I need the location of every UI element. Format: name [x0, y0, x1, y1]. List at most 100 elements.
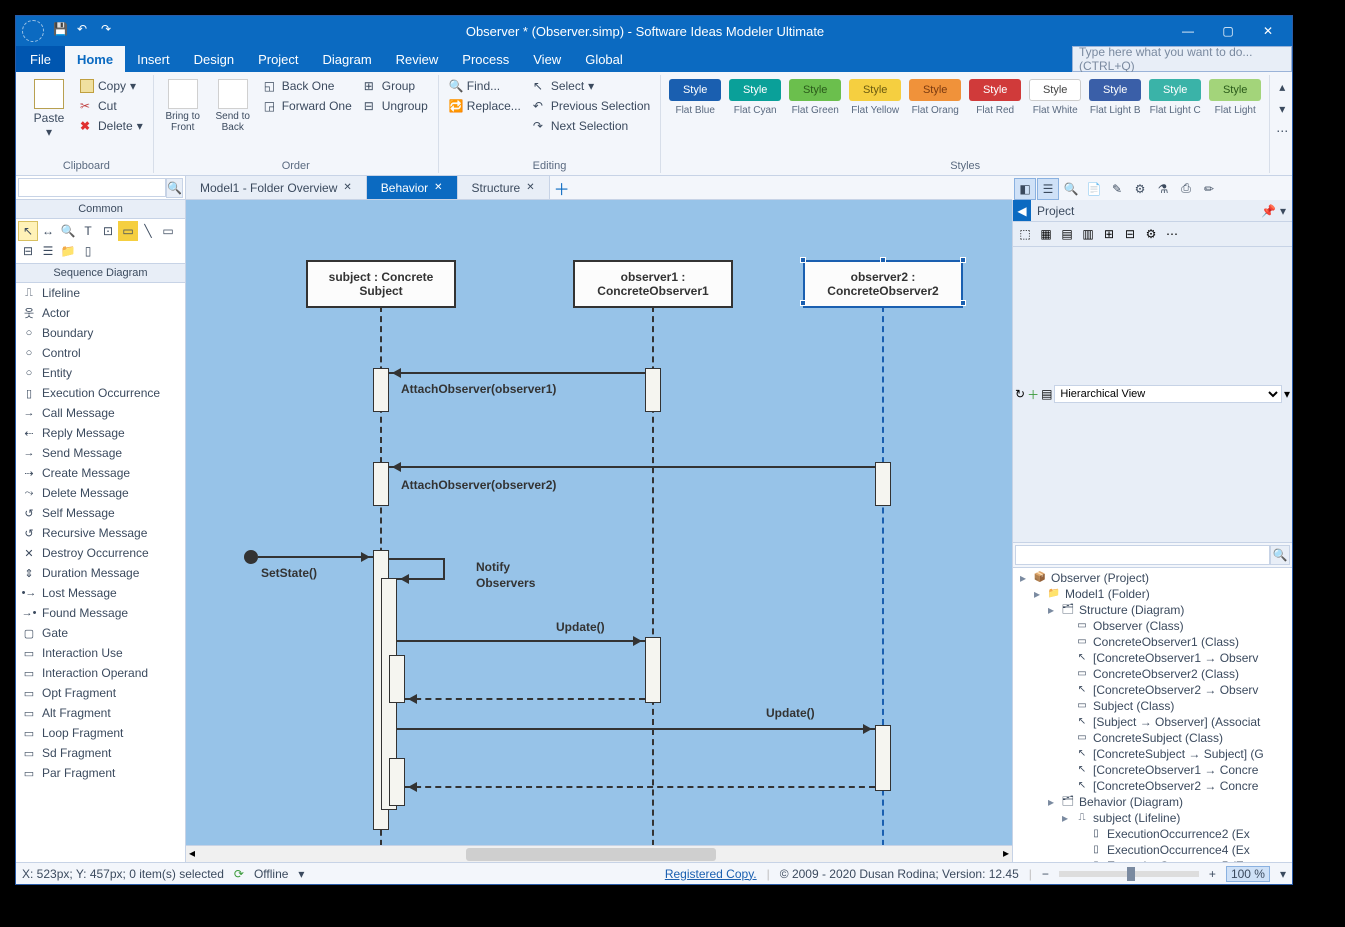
redo-icon[interactable]: ↷ [101, 22, 119, 40]
toolbox-item[interactable]: ⇕Duration Message [16, 563, 185, 583]
tree-node[interactable]: ↖[ConcreteSubject → Subject] (G [1013, 746, 1292, 762]
tree-node[interactable]: ▸📦Observer (Project) [1013, 570, 1292, 586]
rect-tool[interactable]: ▭ [158, 221, 178, 241]
style-swatch[interactable]: StyleFlat Cyan [727, 77, 783, 116]
dock-tool-1-icon[interactable]: ◧ [1014, 178, 1036, 200]
style-swatch[interactable]: StyleFlat Green [787, 77, 843, 116]
pointer-tool[interactable]: ↖ [18, 221, 38, 241]
zoom-tool[interactable]: 🔍 [58, 221, 78, 241]
message-arrow[interactable] [397, 728, 875, 730]
toolbox-item[interactable]: ▯Execution Occurrence [16, 383, 185, 403]
style-swatch[interactable]: StyleFlat Light B [1087, 77, 1143, 116]
tab-close-icon[interactable]: ✕ [343, 182, 351, 193]
style-swatch[interactable]: StyleFlat Yellow [847, 77, 903, 116]
hand-tool[interactable]: ↔ [38, 221, 58, 241]
view-icon[interactable]: ▤ [1041, 387, 1052, 401]
tab-close-icon[interactable]: ✕ [526, 182, 534, 193]
zoom-in-button[interactable]: + [1209, 867, 1216, 881]
toolbox-item[interactable]: →•Found Message [16, 603, 185, 623]
tree-twisty-icon[interactable]: ▸ [1017, 571, 1029, 585]
selection-handle[interactable] [880, 257, 886, 263]
tree-node[interactable]: ↖[ConcreteObserver2 → Observ [1013, 682, 1292, 698]
project-search-input[interactable] [1015, 545, 1270, 565]
style-swatch[interactable]: StyleFlat Red [967, 77, 1023, 116]
message-arrow[interactable] [397, 640, 645, 642]
zoom-knob[interactable] [1127, 867, 1135, 881]
list-tool[interactable]: ☰ [38, 241, 58, 261]
tree-node[interactable]: ▸🗂Structure (Diagram) [1013, 602, 1292, 618]
message-arrow[interactable] [389, 372, 645, 374]
message-arrow[interactable] [258, 556, 373, 558]
proj-tool-icon[interactable]: ▦ [1036, 224, 1056, 244]
toolbox-item[interactable]: →Send Message [16, 443, 185, 463]
box-tool[interactable]: ▯ [78, 241, 98, 261]
panel-pin-icon[interactable]: 📌 [1261, 204, 1276, 218]
maximize-button[interactable]: ▢ [1208, 17, 1248, 45]
document-tab[interactable]: Behavior✕ [367, 176, 458, 199]
tree-node[interactable]: ↖[ConcreteObserver1 → Concre [1013, 762, 1292, 778]
registered-copy-link[interactable]: Registered Copy. [665, 867, 757, 881]
toolbox-item[interactable]: ↺Recursive Message [16, 523, 185, 543]
tree-node[interactable]: ▭ConcreteObserver2 (Class) [1013, 666, 1292, 682]
dock-tool-5-icon[interactable]: ✎ [1106, 178, 1128, 200]
forward-one-button[interactable]: ◲Forward One [260, 97, 356, 115]
toolbox-item[interactable]: ↺Self Message [16, 503, 185, 523]
refresh-icon[interactable]: ↻ [1015, 387, 1025, 401]
tree-node[interactable]: ▸⎍subject (Lifeline) [1013, 810, 1292, 826]
toolbox-item[interactable]: ▭Interaction Use [16, 643, 185, 663]
dock-tool-3-icon[interactable]: 🔍 [1060, 178, 1082, 200]
style-swatch[interactable]: StyleFlat White [1027, 77, 1083, 116]
toolbox-item[interactable]: ▭Sd Fragment [16, 743, 185, 763]
close-button[interactable]: ✕ [1248, 17, 1288, 45]
lifeline-observer2[interactable]: observer2 : ConcreteObserver2 [803, 260, 963, 308]
paste-button[interactable]: Paste▾ [26, 77, 72, 141]
cut-button[interactable]: ✂Cut [76, 97, 147, 115]
toolbox-item[interactable]: 웃Actor [16, 303, 185, 323]
minimize-button[interactable]: — [1168, 17, 1208, 45]
proj-tool-icon[interactable]: ⊞ [1099, 224, 1119, 244]
proj-tool-icon[interactable]: ⚙ [1141, 224, 1161, 244]
selection-handle[interactable] [800, 300, 806, 306]
proj-tool-icon[interactable]: ▥ [1078, 224, 1098, 244]
return-arrow[interactable] [405, 786, 875, 788]
exec-bar[interactable] [645, 637, 661, 703]
tree-node[interactable]: ▭Observer (Class) [1013, 618, 1292, 634]
bring-front-button[interactable]: Bring to Front [160, 77, 206, 135]
dock-tool-7-icon[interactable]: ⚗ [1152, 178, 1174, 200]
toolbox-item[interactable]: ⤳Delete Message [16, 483, 185, 503]
ribbon-tab-global[interactable]: Global [573, 46, 635, 72]
tree-twisty-icon[interactable]: ▸ [1045, 603, 1057, 617]
proj-tool-icon[interactable]: ⬚ [1015, 224, 1035, 244]
view-dropdown-icon[interactable]: ▾ [1284, 387, 1290, 401]
proj-tool-icon[interactable]: ⊟ [1120, 224, 1140, 244]
note-tool[interactable]: ▭ [118, 221, 138, 241]
ribbon-tab-project[interactable]: Project [246, 46, 310, 72]
group-button[interactable]: ⊞Group [360, 77, 432, 95]
toolbox-item[interactable]: ⎍Lifeline [16, 283, 185, 303]
ribbon-tab-review[interactable]: Review [384, 46, 451, 72]
selection-handle[interactable] [960, 257, 966, 263]
next-sel-button[interactable]: ↷Next Selection [529, 117, 654, 135]
dock-tool-6-icon[interactable]: ⚙ [1129, 178, 1151, 200]
selection-handle[interactable] [960, 300, 966, 306]
line-tool[interactable]: ╲ [138, 221, 158, 241]
ribbon-tab-home[interactable]: Home [65, 46, 125, 72]
ribbon-tab-process[interactable]: Process [450, 46, 521, 72]
undo-icon[interactable]: ↶ [77, 22, 95, 40]
search-icon[interactable]: 🔍 [1270, 545, 1290, 565]
panel-collapse-icon[interactable]: ◀ [1013, 200, 1031, 221]
zoom-dropdown-icon[interactable]: ▾ [1280, 867, 1286, 881]
zoom-value[interactable]: 100 % [1226, 866, 1270, 882]
prev-sel-button[interactable]: ↶Previous Selection [529, 97, 654, 115]
back-one-button[interactable]: ◱Back One [260, 77, 356, 95]
toolbox-item[interactable]: ▭Loop Fragment [16, 723, 185, 743]
document-tab[interactable]: Structure✕ [458, 176, 550, 199]
command-search[interactable]: Type here what you want to do... (CTRL+Q… [1072, 46, 1292, 72]
exec-bar[interactable] [875, 462, 891, 506]
folder-tool[interactable]: 📁 [58, 241, 78, 261]
zoom-slider[interactable] [1059, 871, 1199, 877]
toolbox-item[interactable]: ▭Alt Fragment [16, 703, 185, 723]
toolbox-item[interactable]: ⇢Create Message [16, 463, 185, 483]
tree-twisty-icon[interactable]: ▸ [1045, 795, 1057, 809]
toolbox-item[interactable]: ▢Gate [16, 623, 185, 643]
